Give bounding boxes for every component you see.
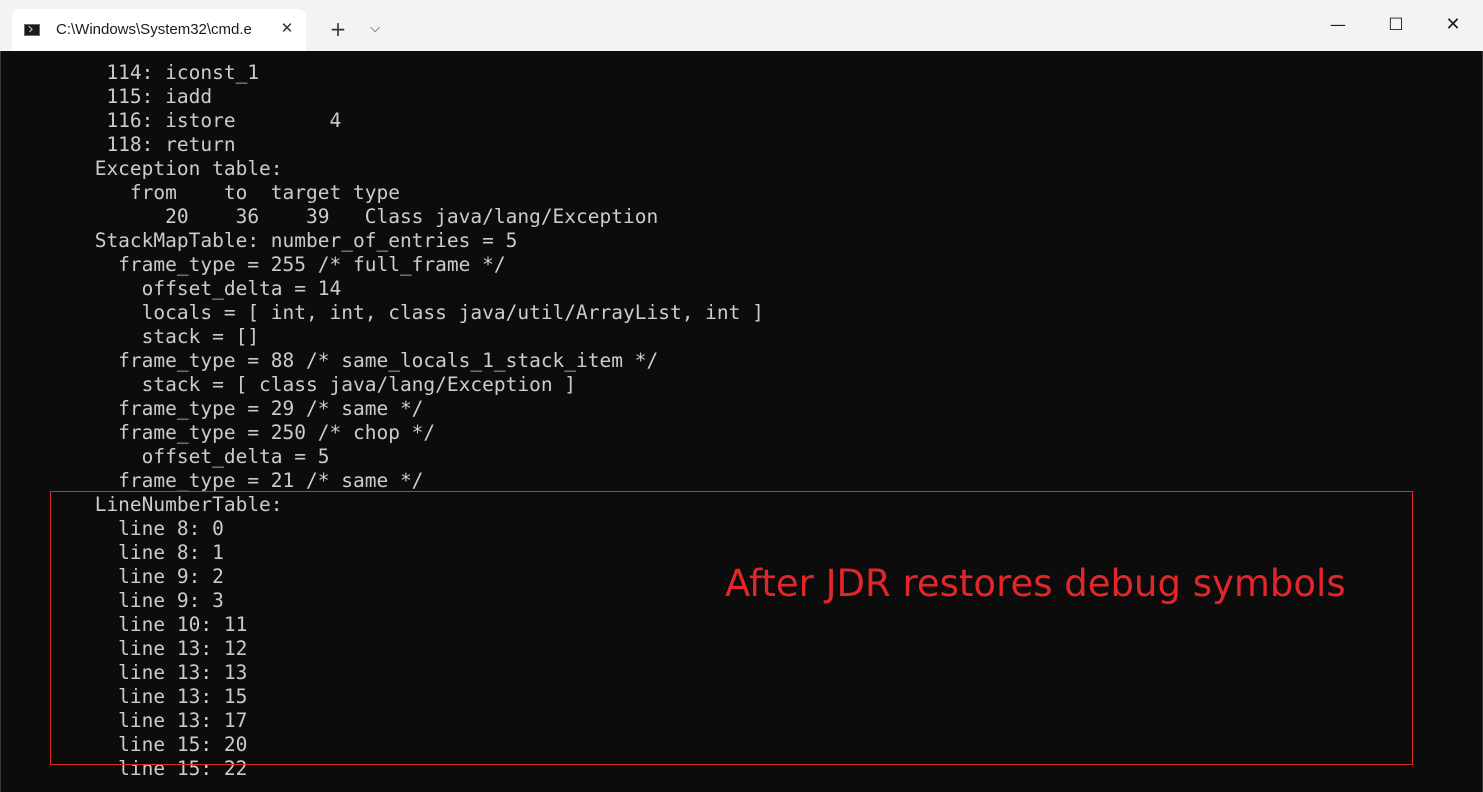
- cmd-prompt-icon: [24, 24, 40, 36]
- close-button[interactable]: ✕: [1433, 8, 1473, 42]
- terminal-line: stack = [ class java/lang/Exception ]: [36, 373, 577, 396]
- title-bar[interactable]: C:\Windows\System32\cmd.e ✕ + ⌵ — ☐ ✕: [0, 0, 1483, 51]
- terminal-line: frame_type = 250 /* chop */: [36, 421, 436, 444]
- terminal-line: StackMapTable: number_of_entries = 5: [36, 229, 518, 252]
- minimize-button[interactable]: —: [1318, 8, 1358, 42]
- new-tab-button[interactable]: +: [325, 16, 351, 42]
- terminal-line: offset_delta = 14: [36, 277, 342, 300]
- terminal-line: frame_type = 88 /* same_locals_1_stack_i…: [36, 349, 659, 372]
- highlight-box: [50, 491, 1413, 765]
- terminal-line: Exception table:: [36, 157, 283, 180]
- maximize-button[interactable]: ☐: [1376, 8, 1416, 42]
- terminal-line: frame_type = 255 /* full_frame */: [36, 253, 506, 276]
- terminal-line: offset_delta = 5: [36, 445, 330, 468]
- annotation-label: After JDR restores debug symbols: [725, 562, 1346, 605]
- terminal-line: 116: istore 4: [36, 109, 342, 132]
- terminal-line: 20 36 39 Class java/lang/Exception: [36, 205, 659, 228]
- chevron-down-icon[interactable]: ⌵: [364, 18, 386, 40]
- terminal-line: 114: iconst_1: [36, 61, 260, 84]
- terminal-line: frame_type = 21 /* same */: [36, 469, 424, 492]
- tab-title: C:\Windows\System32\cmd.e: [56, 21, 252, 38]
- tab-cmd[interactable]: C:\Windows\System32\cmd.e ✕: [12, 9, 306, 51]
- terminal-line: locals = [ int, int, class java/util/Arr…: [36, 301, 764, 324]
- terminal-line: frame_type = 29 /* same */: [36, 397, 424, 420]
- tab-close-icon[interactable]: ✕: [278, 19, 296, 37]
- terminal-line: stack = []: [36, 325, 260, 348]
- terminal-window: C:\Windows\System32\cmd.e ✕ + ⌵ — ☐ ✕ 11…: [0, 0, 1483, 792]
- terminal-line: 118: return: [36, 133, 236, 156]
- terminal-line: 115: iadd: [36, 85, 213, 108]
- terminal-line: from to target type: [36, 181, 400, 204]
